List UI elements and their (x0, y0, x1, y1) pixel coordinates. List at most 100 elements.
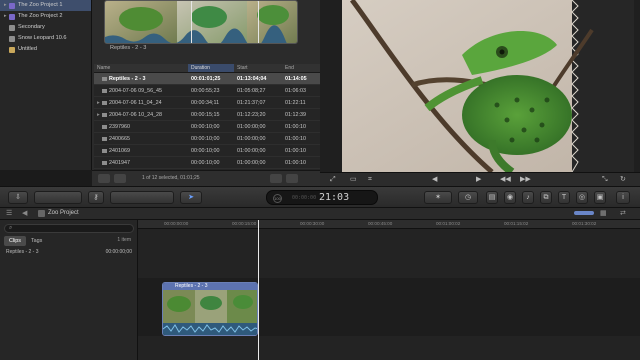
timeline[interactable]: 00:00:00:00 00:00:15:00 00:00:30:00 00:00:4… (138, 220, 640, 360)
cell-start: 01:12:23;20 (237, 112, 266, 118)
cell-start: 01:00:00;00 (237, 136, 266, 142)
column-header-end[interactable]: End (282, 64, 320, 72)
music-browser-icon[interactable]: ♪ (522, 191, 534, 204)
select-tool-button[interactable]: ➤ (180, 191, 202, 204)
cell-name-text: 2401069 (109, 148, 130, 154)
play-backward-icon[interactable]: ◀ (432, 176, 437, 184)
library-item-label: Untitled (18, 46, 37, 52)
table-row[interactable]: 2397960 00:00:10;00 01:00:00;00 01:00:10 (94, 121, 320, 133)
import-button[interactable]: ⇩ (8, 191, 28, 204)
waveform-shape (163, 324, 257, 333)
cell-name: 2397960 (94, 121, 188, 132)
timeline-clip[interactable]: Reptiles - 2 - 3 (162, 282, 258, 336)
clip-appearance-button[interactable] (98, 174, 110, 183)
list-view-button[interactable] (286, 174, 298, 183)
clip-icon (102, 136, 107, 141)
library-item-zoo-project-1[interactable]: ▸ The Zoo Project 1 (0, 0, 91, 11)
transform-icon[interactable]: ▭ (350, 176, 357, 184)
clip-appearance-icon[interactable]: ▦ (600, 209, 607, 217)
edit-buttons-group[interactable] (34, 191, 82, 204)
filmstrip-selection-range[interactable] (191, 1, 259, 43)
filmstrip[interactable] (104, 0, 298, 44)
skimming-icon[interactable]: ⇄ (620, 209, 626, 217)
zoom-slider[interactable] (574, 211, 594, 215)
transitions-browser-icon[interactable]: ⧉ (540, 191, 552, 204)
table-row[interactable]: 2400665 00:00:10;00 01:00:00;00 01:00:10 (94, 133, 320, 145)
cell-duration: 00:00:10;00 (191, 160, 220, 166)
table-row[interactable]: 2401947 00:00:10;00 01:00:00;00 01:00:10 (94, 157, 320, 169)
titles-browser-icon[interactable]: T (558, 191, 570, 204)
timecode-value: 21:03 (319, 192, 350, 203)
cell-name-text: 2401947 (109, 160, 130, 166)
column-header-duration[interactable]: Duration (188, 64, 234, 72)
viewer-image[interactable] (342, 0, 634, 172)
cell-end: 01:06:03 (285, 88, 306, 94)
cell-name: 2401947 (94, 157, 188, 168)
list-header: Name Duration Start End (94, 64, 320, 73)
inspector-info-icon[interactable]: i (616, 191, 630, 204)
keyword-icon[interactable]: ⚷ (88, 191, 104, 204)
clip-icon (102, 112, 107, 117)
library-item-label: Snow Leopard 10.6 (18, 35, 67, 41)
table-row[interactable]: ▸ 2004-07-06 11_04_24 00:00:34;11 01:21:37;… (94, 97, 320, 109)
generators-browser-icon[interactable]: ◎ (576, 191, 588, 204)
playhead[interactable] (258, 220, 259, 360)
photos-browser-icon[interactable]: ◉ (504, 191, 516, 204)
column-header-start[interactable]: Start (234, 64, 282, 72)
themes-browser-icon[interactable]: ▣ (594, 191, 606, 204)
table-row[interactable]: Reptiles - 2 - 3 00:01:01;25 01:13:04;04 01… (94, 73, 320, 85)
fullscreen-icon[interactable]: ⤡ (602, 176, 608, 184)
timecode-display[interactable]: 100 00:00:00 21:03 (266, 190, 378, 205)
list-body: Reptiles - 2 - 3 00:01:01;25 01:13:04;04 01… (94, 73, 320, 169)
ruler-tick-label: 00:01:30:02 (572, 221, 597, 226)
cell-name-text: 2004-07-06 11_04_24 (109, 100, 162, 106)
table-row[interactable]: 2004-07-06 09_56_45 00:00:55;23 01:05:08;2… (94, 85, 320, 97)
effects-browser-icon[interactable]: ▤ (486, 191, 498, 204)
library-item-untitled[interactable]: Untitled (0, 44, 91, 55)
back-arrow-icon[interactable]: ◀ (22, 209, 27, 217)
library-item-label: Secondary (18, 24, 45, 30)
library-item-snow-leopard[interactable]: Snow Leopard 10.6 (0, 33, 91, 44)
cell-end: 01:14:05 (285, 76, 307, 82)
ruler-tick-label: 00:00:00:00 (164, 221, 189, 226)
library-pane: ▸ The Zoo Project 1 ▸ The Zoo Project 2 … (0, 0, 92, 170)
cell-end: 01:00:10 (285, 124, 306, 130)
effects-wand-button[interactable]: ✶ (424, 191, 452, 204)
speed-button[interactable]: ◷ (458, 191, 478, 204)
library-item-secondary[interactable]: Secondary (0, 22, 91, 33)
selection-status: 1 of 12 selected, 01:01;25 (142, 175, 200, 181)
crop-icon[interactable]: ⌗ (368, 176, 372, 184)
library-item-zoo-project-2[interactable]: ▸ The Zoo Project 2 (0, 11, 91, 22)
event-star-icon (9, 13, 15, 20)
cell-duration: 00:00:10;00 (191, 148, 220, 154)
cell-duration: 00:01:01;25 (191, 76, 221, 82)
enhancements-icon[interactable]: ⤢ (330, 176, 336, 184)
column-header-name[interactable]: Name (94, 64, 188, 72)
clip-icon (102, 88, 107, 93)
ruler-tick-label: 00:00:30:00 (300, 221, 325, 226)
index-row[interactable]: Reptiles - 2 - 3 00:00:00;00 (2, 248, 136, 257)
table-row[interactable]: ▸ 2004-07-06 10_24_28 00:00:15;15 01:12:23;… (94, 109, 320, 121)
loop-icon[interactable]: ↻ (620, 176, 626, 184)
cell-end: 01:12:39 (285, 112, 306, 118)
clip-thumbnails (163, 290, 257, 325)
fast-forward-icon[interactable]: ▶▶ (520, 176, 531, 184)
project-icon (38, 210, 45, 217)
tab-tags[interactable]: Tags (26, 236, 47, 246)
rewind-icon[interactable]: ◀◀ (500, 176, 511, 184)
timeline-ruler[interactable]: 00:00:00:00 00:00:15:00 00:00:30:00 00:00:4… (138, 220, 640, 229)
project-title: Zoo Project (48, 210, 79, 216)
search-input[interactable]: ⌕ (4, 224, 134, 233)
cell-start: 01:05:08;27 (237, 88, 266, 94)
table-row[interactable]: 2401069 00:00:10;00 01:00:00;00 01:00:10 (94, 145, 320, 157)
timeline-index-toggle-icon[interactable]: ☰ (6, 209, 12, 217)
cell-name: ▸ 2004-07-06 10_24_28 (94, 109, 188, 120)
tab-clips[interactable]: Clips (4, 236, 26, 246)
edit-mode-buttons[interactable] (110, 191, 174, 204)
index-row-timecode: 00:00:00;00 (105, 249, 132, 255)
gear-icon[interactable] (114, 174, 126, 183)
viewer-controls: ⤢ ▭ ⌗ ◀ ▶ ◀◀ ▶▶ ⤡ ↻ (320, 172, 640, 186)
play-icon[interactable]: ▶ (476, 176, 481, 184)
main-toolbar: ⇩ ⚷ ➤ 100 00:00:00 21:03 ✶ ◷ ▤ ◉ ♪ ⧉ T ◎… (0, 186, 640, 208)
filmstrip-view-button[interactable] (270, 174, 282, 183)
